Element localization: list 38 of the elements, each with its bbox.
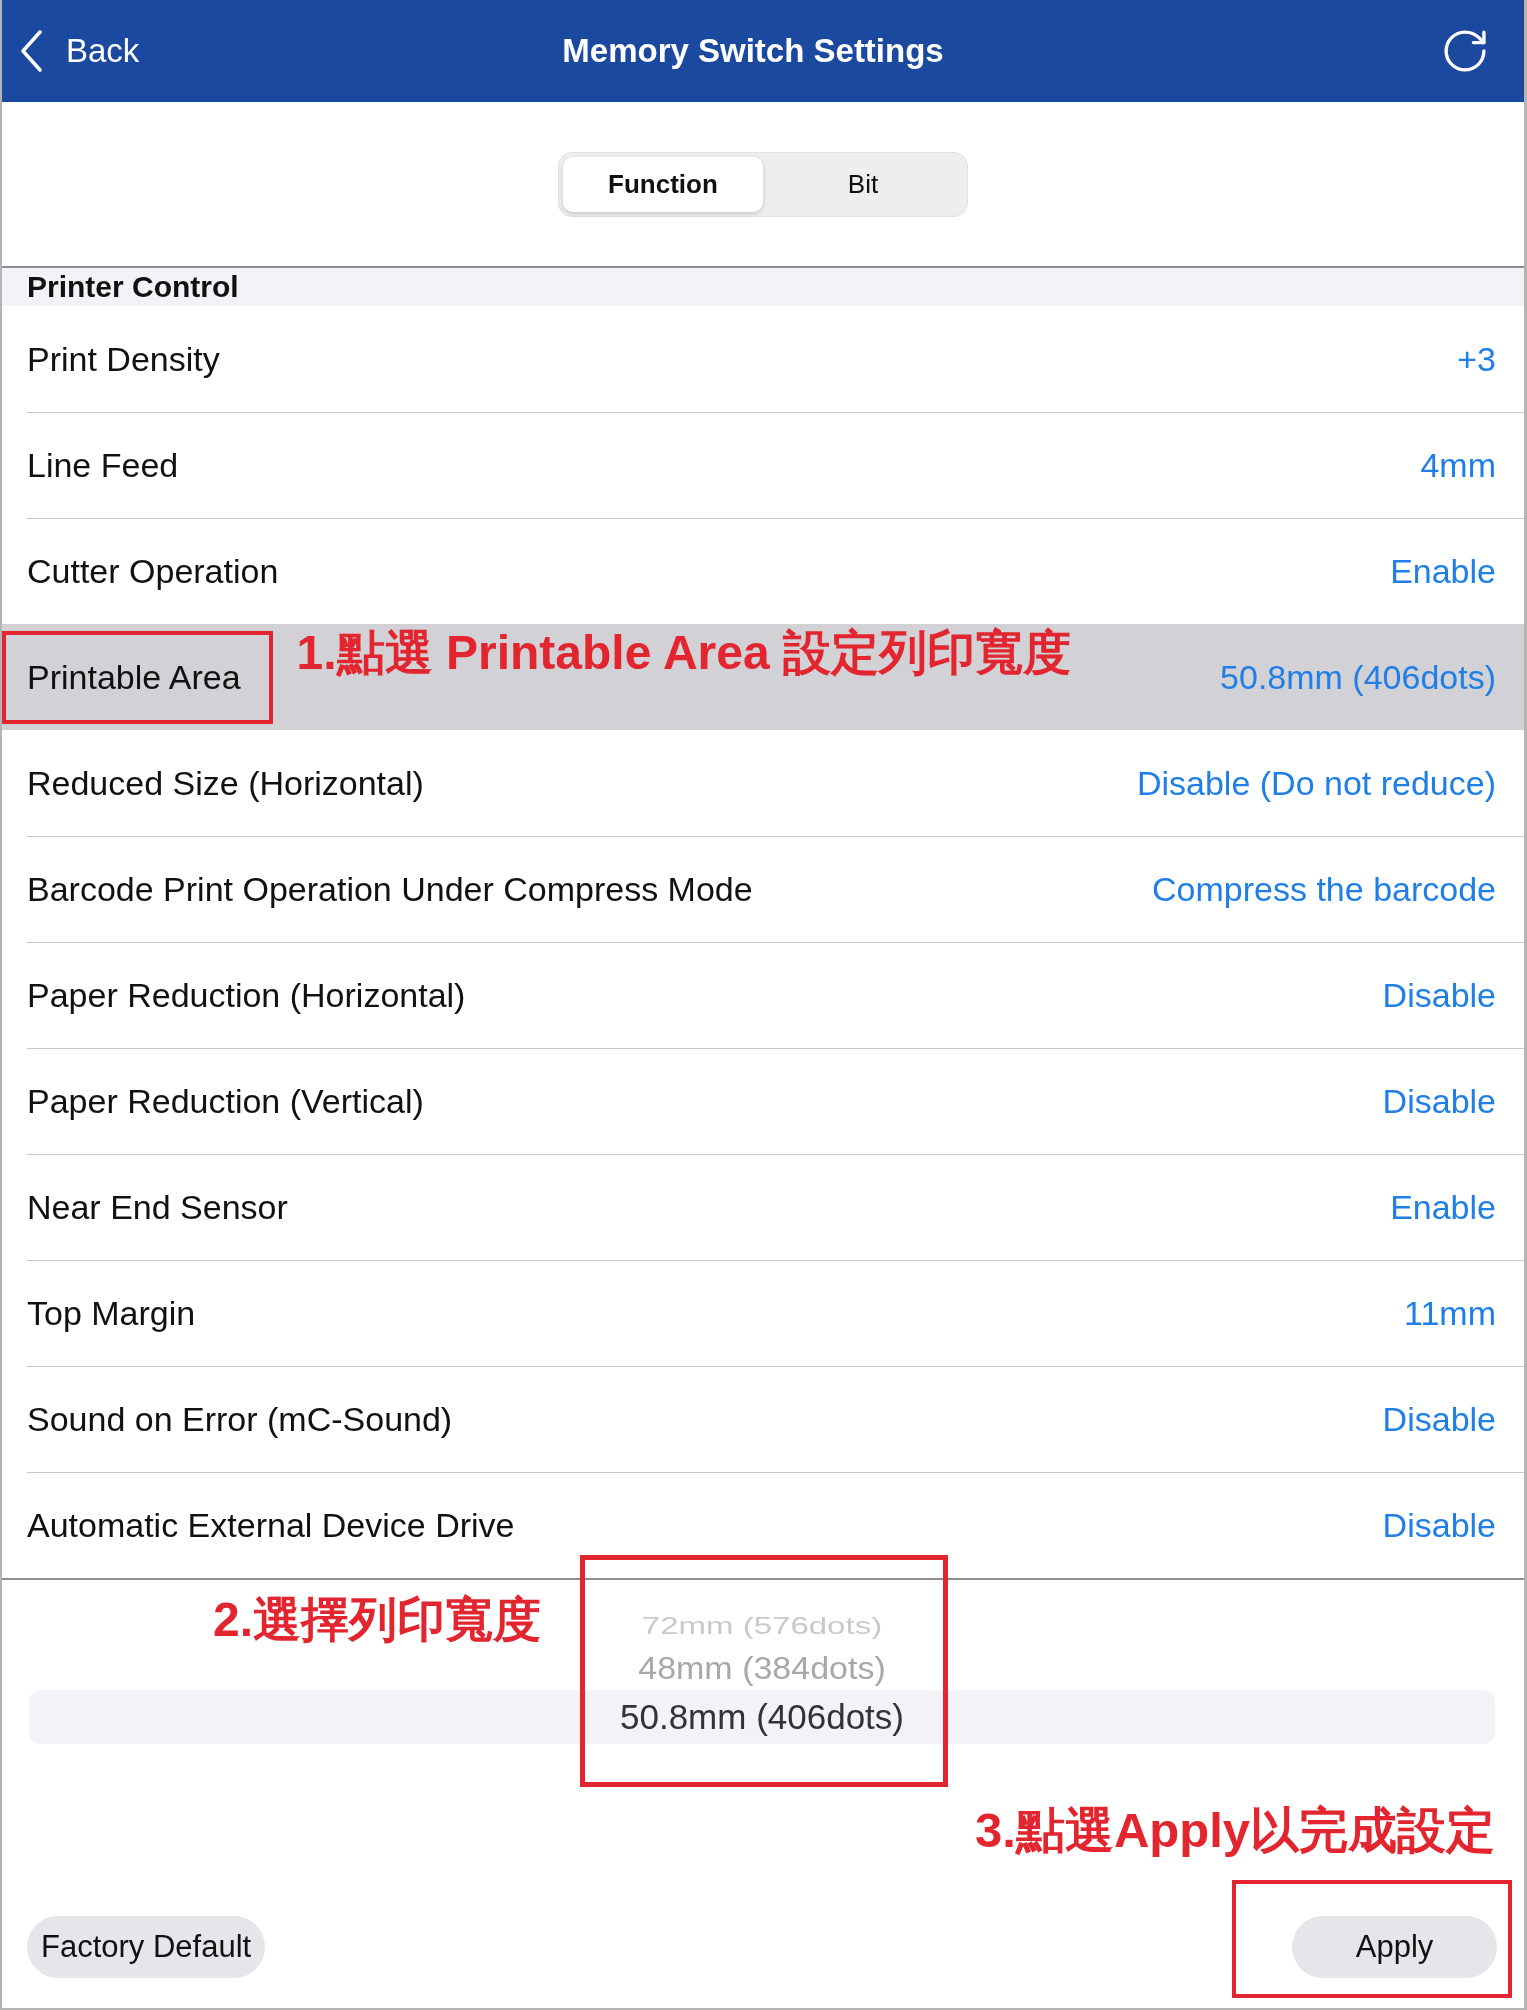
apply-button[interactable]: Apply bbox=[1292, 1916, 1497, 1979]
row-value: 50.8mm (406dots) bbox=[1220, 658, 1496, 697]
row-label: Cutter Operation bbox=[27, 552, 279, 591]
row-label: Print Density bbox=[27, 340, 220, 379]
refresh-icon[interactable] bbox=[1444, 30, 1486, 72]
row-label: Automatic External Device Drive bbox=[27, 1506, 515, 1545]
annotation-text: 2.選擇列印寬度 bbox=[213, 1593, 542, 1646]
row-value: 4mm bbox=[1420, 446, 1496, 485]
row-value: Compress the barcode bbox=[1152, 870, 1496, 909]
row-label: Barcode Print Operation Under Compress Mode bbox=[27, 870, 753, 909]
row-label: Near End Sensor bbox=[27, 1188, 288, 1227]
row-label: Line Feed bbox=[27, 446, 179, 485]
annotation-text: 3.點選Apply以完成設定 bbox=[975, 1803, 1495, 1857]
row-value: +3 bbox=[1457, 340, 1496, 379]
row-value: 11mm bbox=[1404, 1294, 1496, 1333]
row-label: Paper Reduction (Horizontal) bbox=[27, 976, 466, 1015]
row-value: Disable bbox=[1382, 1400, 1496, 1439]
back-button[interactable]: Back bbox=[20, 30, 140, 72]
row-label: Top Margin bbox=[27, 1294, 196, 1333]
chevron-left-icon bbox=[20, 30, 42, 72]
row-value: Disable bbox=[1382, 976, 1496, 1015]
row-label: Paper Reduction (Vertical) bbox=[27, 1082, 424, 1121]
row-label: Reduced Size (Horizontal) bbox=[27, 764, 424, 803]
screen-title: Memory Switch Settings bbox=[562, 32, 944, 70]
segment-tab[interactable]: Bit bbox=[763, 156, 963, 212]
settings-row[interactable]: Printable Area 1.點選 Printable Area 設定列印寬度 50.8mm (406dots) bbox=[2, 624, 1524, 730]
picker-option[interactable]: 50.8mm (406dots) bbox=[620, 1697, 904, 1737]
row-value: Enable bbox=[1390, 552, 1496, 591]
row-value: Disable (Do not reduce) bbox=[1136, 764, 1496, 803]
row-value: Disable bbox=[1382, 1082, 1496, 1121]
factory-default-button[interactable]: Factory Default bbox=[27, 1916, 266, 1979]
row-value: Disable bbox=[1382, 1506, 1496, 1545]
section-header: Printer Control bbox=[2, 268, 1524, 306]
annotation-text: 1.點選 Printable Area 設定列印寬度 bbox=[296, 626, 1071, 679]
row-label: Printable Area bbox=[27, 658, 241, 697]
segment-tab[interactable]: Function bbox=[563, 156, 763, 212]
row-label: Sound on Error (mC-Sound) bbox=[27, 1400, 453, 1439]
row-value: Enable bbox=[1390, 1188, 1496, 1227]
